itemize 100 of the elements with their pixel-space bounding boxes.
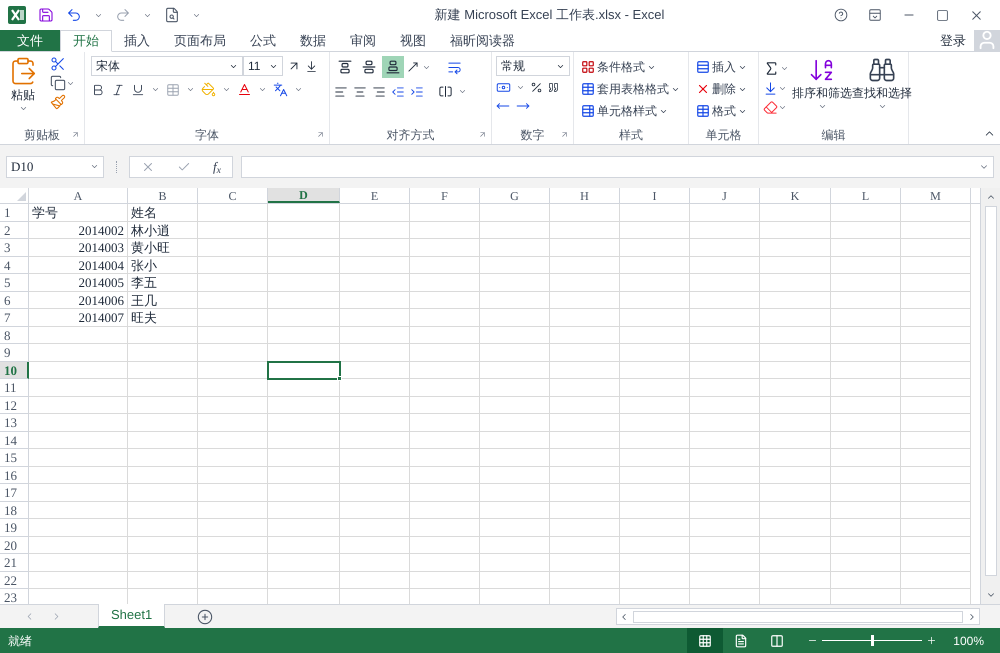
styles-menu-button[interactable]: 条件格式 [578, 56, 683, 78]
table-cell[interactable] [29, 326, 128, 344]
spreadsheet-logo-icon[interactable] [8, 6, 26, 24]
table-cell[interactable] [198, 572, 268, 589]
table-cell[interactable] [198, 396, 268, 414]
column-header[interactable]: I [620, 188, 690, 203]
table-cell[interactable] [831, 466, 901, 484]
table-cell[interactable] [480, 414, 550, 432]
column-header[interactable]: G [480, 188, 550, 203]
table-cell[interactable] [550, 572, 620, 589]
help-icon[interactable] [834, 8, 848, 22]
table-cell[interactable] [760, 449, 831, 466]
row-header[interactable]: 20 [0, 536, 29, 554]
scrollbar-thumb[interactable] [984, 206, 996, 576]
row-header[interactable]: 16 [0, 466, 29, 484]
table-cell[interactable] [550, 396, 620, 414]
sheet-tab[interactable]: Sheet1 [98, 604, 166, 628]
table-cell[interactable] [620, 432, 690, 449]
table-cell[interactable] [340, 484, 410, 502]
table-cell[interactable] [831, 239, 901, 256]
ribbon-tab[interactable]: 福昕阅读器 [438, 30, 527, 52]
table-cell[interactable] [831, 326, 901, 344]
table-cell[interactable] [831, 414, 901, 432]
column-header[interactable]: B [128, 188, 198, 203]
table-cell[interactable] [268, 222, 340, 239]
table-cell[interactable] [410, 572, 480, 589]
table-cell[interactable]: 旺夫 [128, 309, 198, 326]
table-cell[interactable] [620, 274, 690, 292]
table-cell[interactable] [480, 274, 550, 292]
row-header[interactable]: 2 [0, 222, 29, 239]
table-cell[interactable] [760, 222, 831, 239]
table-cell[interactable] [550, 222, 620, 239]
table-cell[interactable] [550, 362, 620, 379]
formula-input[interactable] [241, 156, 994, 178]
fill-icon[interactable] [763, 81, 778, 96]
table-cell[interactable] [831, 362, 901, 379]
table-cell[interactable] [128, 362, 198, 379]
table-cell[interactable] [198, 344, 268, 362]
table-cell[interactable] [340, 379, 410, 396]
table-cell[interactable] [901, 292, 971, 309]
row-header[interactable]: 10 [0, 362, 29, 379]
table-cell[interactable] [268, 256, 340, 274]
table-cell[interactable] [410, 274, 480, 292]
table-cell[interactable] [29, 344, 128, 362]
table-cell[interactable] [620, 204, 690, 222]
table-cell[interactable] [268, 274, 340, 292]
orientation-icon[interactable] [406, 60, 420, 74]
table-cell[interactable] [410, 292, 480, 309]
table-cell[interactable] [831, 309, 901, 326]
column-header[interactable]: M [901, 188, 971, 203]
table-cell[interactable] [268, 414, 340, 432]
table-cell[interactable] [410, 256, 480, 274]
table-cell[interactable] [480, 432, 550, 449]
align-right-icon[interactable] [372, 84, 386, 98]
table-cell[interactable] [901, 449, 971, 466]
editing-menu-button[interactable]: 查找和选择 [853, 56, 911, 126]
table-cell[interactable] [340, 449, 410, 466]
table-cell[interactable] [760, 536, 831, 554]
redo-icon[interactable] [115, 7, 131, 23]
table-cell[interactable] [410, 519, 480, 536]
table-cell[interactable] [690, 396, 760, 414]
table-cell[interactable] [690, 449, 760, 466]
table-cell[interactable] [268, 309, 340, 326]
table-cell[interactable] [550, 344, 620, 362]
align-center-icon[interactable] [353, 84, 367, 98]
table-cell[interactable] [198, 554, 268, 572]
italic-icon[interactable] [111, 82, 125, 96]
table-cell[interactable]: 2014006 [29, 292, 128, 309]
table-cell[interactable] [410, 432, 480, 449]
table-cell[interactable] [268, 379, 340, 396]
table-cell[interactable] [128, 326, 198, 344]
table-cell[interactable] [480, 362, 550, 379]
table-cell[interactable] [550, 326, 620, 344]
table-cell[interactable] [901, 239, 971, 256]
table-cell[interactable] [480, 519, 550, 536]
table-cell[interactable]: 2014005 [29, 274, 128, 292]
table-cell[interactable] [340, 326, 410, 344]
table-cell[interactable] [620, 449, 690, 466]
row-header[interactable]: 18 [0, 502, 29, 519]
table-cell[interactable] [410, 362, 480, 379]
table-cell[interactable] [620, 466, 690, 484]
table-cell[interactable] [620, 326, 690, 344]
ribbon-display-icon[interactable] [868, 8, 882, 22]
table-cell[interactable] [831, 536, 901, 554]
table-cell[interactable] [901, 396, 971, 414]
styles-menu-button[interactable]: 套用表格格式 [578, 78, 683, 100]
table-cell[interactable] [128, 344, 198, 362]
table-cell[interactable] [340, 502, 410, 519]
table-cell[interactable] [340, 274, 410, 292]
font-size-select[interactable]: 11 [243, 56, 283, 76]
table-cell[interactable] [690, 519, 760, 536]
table-cell[interactable] [29, 519, 128, 536]
table-cell[interactable] [340, 344, 410, 362]
table-cell[interactable] [831, 344, 901, 362]
table-cell[interactable] [410, 239, 480, 256]
table-cell[interactable] [550, 309, 620, 326]
table-cell[interactable] [480, 292, 550, 309]
table-cell[interactable] [268, 204, 340, 222]
wrap-text-icon[interactable] [447, 60, 462, 74]
table-cell[interactable]: 2014007 [29, 309, 128, 326]
